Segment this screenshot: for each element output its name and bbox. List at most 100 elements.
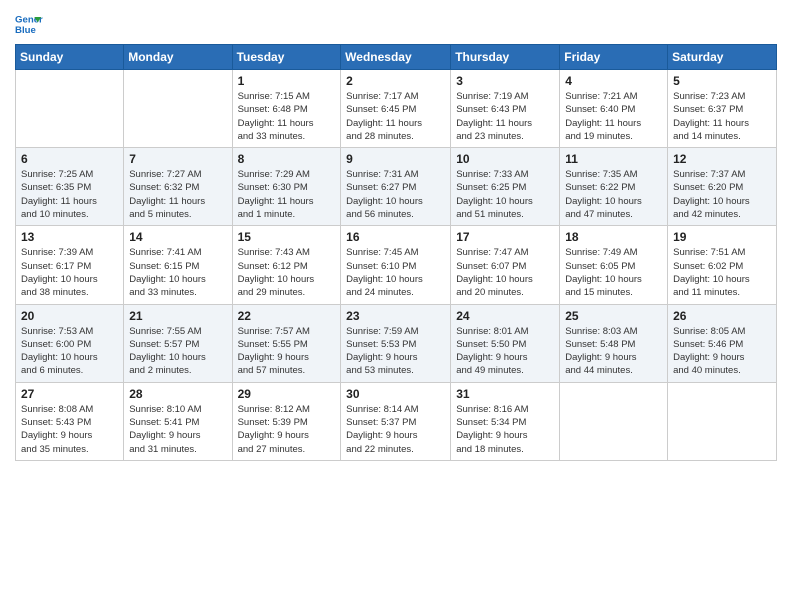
day-info: Sunrise: 8:08 AM Sunset: 5:43 PM Dayligh… bbox=[21, 403, 118, 456]
calendar-cell: 18 Sunrise: 7:49 AM Sunset: 6:05 PM Dayli… bbox=[560, 226, 668, 304]
logo-icon: General Blue bbox=[15, 10, 43, 38]
day-number: 19 bbox=[673, 230, 771, 244]
day-info: Sunrise: 8:05 AM Sunset: 5:46 PM Dayligh… bbox=[673, 325, 771, 378]
day-number: 16 bbox=[346, 230, 445, 244]
calendar-cell: 1 Sunrise: 7:15 AM Sunset: 6:48 PM Daylig… bbox=[232, 70, 341, 148]
day-number: 18 bbox=[565, 230, 662, 244]
day-number: 25 bbox=[565, 309, 662, 323]
calendar-cell: 8 Sunrise: 7:29 AM Sunset: 6:30 PM Daylig… bbox=[232, 148, 341, 226]
day-info: Sunrise: 7:35 AM Sunset: 6:22 PM Dayligh… bbox=[565, 168, 662, 221]
day-number: 3 bbox=[456, 74, 554, 88]
calendar-cell: 7 Sunrise: 7:27 AM Sunset: 6:32 PM Daylig… bbox=[124, 148, 232, 226]
calendar-cell bbox=[668, 382, 777, 460]
day-number: 9 bbox=[346, 152, 445, 166]
calendar-cell: 12 Sunrise: 7:37 AM Sunset: 6:20 PM Dayli… bbox=[668, 148, 777, 226]
day-info: Sunrise: 8:03 AM Sunset: 5:48 PM Dayligh… bbox=[565, 325, 662, 378]
weekday-header-row: SundayMondayTuesdayWednesdayThursdayFrid… bbox=[16, 45, 777, 70]
logo: General Blue bbox=[15, 10, 43, 38]
day-number: 15 bbox=[238, 230, 336, 244]
day-info: Sunrise: 7:53 AM Sunset: 6:00 PM Dayligh… bbox=[21, 325, 118, 378]
weekday-header-thursday: Thursday bbox=[451, 45, 560, 70]
calendar-cell: 9Sunrise: 7:31 AM Sunset: 6:27 PM Daylig… bbox=[341, 148, 451, 226]
calendar-cell: 19 Sunrise: 7:51 AM Sunset: 6:02 PM Dayli… bbox=[668, 226, 777, 304]
day-number: 1 bbox=[238, 74, 336, 88]
day-info: Sunrise: 8:12 AM Sunset: 5:39 PM Dayligh… bbox=[238, 403, 336, 456]
day-number: 23 bbox=[346, 309, 445, 323]
day-number: 6 bbox=[21, 152, 118, 166]
header: General Blue bbox=[15, 10, 777, 38]
weekday-header-wednesday: Wednesday bbox=[341, 45, 451, 70]
calendar-cell: 10 Sunrise: 7:33 AM Sunset: 6:25 PM Dayli… bbox=[451, 148, 560, 226]
calendar-cell: 26 Sunrise: 8:05 AM Sunset: 5:46 PM Dayli… bbox=[668, 304, 777, 382]
day-number: 27 bbox=[21, 387, 118, 401]
day-number: 29 bbox=[238, 387, 336, 401]
day-info: Sunrise: 7:41 AM Sunset: 6:15 PM Dayligh… bbox=[129, 246, 226, 299]
day-number: 12 bbox=[673, 152, 771, 166]
calendar-cell: 2 Sunrise: 7:17 AM Sunset: 6:45 PM Daylig… bbox=[341, 70, 451, 148]
day-info: Sunrise: 8:14 AM Sunset: 5:37 PM Dayligh… bbox=[346, 403, 445, 456]
day-info: Sunrise: 7:59 AM Sunset: 5:53 PM Dayligh… bbox=[346, 325, 445, 378]
day-info: Sunrise: 7:55 AM Sunset: 5:57 PM Dayligh… bbox=[129, 325, 226, 378]
day-info: Sunrise: 7:17 AM Sunset: 6:45 PM Dayligh… bbox=[346, 90, 445, 143]
day-number: 20 bbox=[21, 309, 118, 323]
day-number: 24 bbox=[456, 309, 554, 323]
calendar-cell: 28 Sunrise: 8:10 AM Sunset: 5:41 PM Dayli… bbox=[124, 382, 232, 460]
week-row-5: 27 Sunrise: 8:08 AM Sunset: 5:43 PM Dayli… bbox=[16, 382, 777, 460]
day-info: Sunrise: 7:37 AM Sunset: 6:20 PM Dayligh… bbox=[673, 168, 771, 221]
calendar-cell: 29 Sunrise: 8:12 AM Sunset: 5:39 PM Dayli… bbox=[232, 382, 341, 460]
day-number: 26 bbox=[673, 309, 771, 323]
day-number: 22 bbox=[238, 309, 336, 323]
calendar-cell: 22 Sunrise: 7:57 AM Sunset: 5:55 PM Dayli… bbox=[232, 304, 341, 382]
day-info: Sunrise: 7:27 AM Sunset: 6:32 PM Dayligh… bbox=[129, 168, 226, 221]
calendar-cell: 13Sunrise: 7:39 AM Sunset: 6:17 PM Dayli… bbox=[16, 226, 124, 304]
weekday-header-saturday: Saturday bbox=[668, 45, 777, 70]
day-number: 4 bbox=[565, 74, 662, 88]
calendar-cell: 24Sunrise: 8:01 AM Sunset: 5:50 PM Dayli… bbox=[451, 304, 560, 382]
week-row-3: 13Sunrise: 7:39 AM Sunset: 6:17 PM Dayli… bbox=[16, 226, 777, 304]
day-number: 14 bbox=[129, 230, 226, 244]
day-number: 7 bbox=[129, 152, 226, 166]
day-info: Sunrise: 7:39 AM Sunset: 6:17 PM Dayligh… bbox=[21, 246, 118, 299]
day-info: Sunrise: 8:10 AM Sunset: 5:41 PM Dayligh… bbox=[129, 403, 226, 456]
weekday-header-tuesday: Tuesday bbox=[232, 45, 341, 70]
day-info: Sunrise: 7:29 AM Sunset: 6:30 PM Dayligh… bbox=[238, 168, 336, 221]
calendar-cell: 17 Sunrise: 7:47 AM Sunset: 6:07 PM Dayli… bbox=[451, 226, 560, 304]
calendar-cell: 5Sunrise: 7:23 AM Sunset: 6:37 PM Daylig… bbox=[668, 70, 777, 148]
day-number: 28 bbox=[129, 387, 226, 401]
calendar-cell: 6 Sunrise: 7:25 AM Sunset: 6:35 PM Daylig… bbox=[16, 148, 124, 226]
day-info: Sunrise: 7:21 AM Sunset: 6:40 PM Dayligh… bbox=[565, 90, 662, 143]
week-row-1: 1 Sunrise: 7:15 AM Sunset: 6:48 PM Daylig… bbox=[16, 70, 777, 148]
day-number: 8 bbox=[238, 152, 336, 166]
calendar-cell: 16 Sunrise: 7:45 AM Sunset: 6:10 PM Dayli… bbox=[341, 226, 451, 304]
calendar-cell bbox=[124, 70, 232, 148]
weekday-header-sunday: Sunday bbox=[16, 45, 124, 70]
day-info: Sunrise: 7:33 AM Sunset: 6:25 PM Dayligh… bbox=[456, 168, 554, 221]
day-info: Sunrise: 7:45 AM Sunset: 6:10 PM Dayligh… bbox=[346, 246, 445, 299]
day-info: Sunrise: 7:51 AM Sunset: 6:02 PM Dayligh… bbox=[673, 246, 771, 299]
day-info: Sunrise: 7:19 AM Sunset: 6:43 PM Dayligh… bbox=[456, 90, 554, 143]
calendar-cell: 14 Sunrise: 7:41 AM Sunset: 6:15 PM Dayli… bbox=[124, 226, 232, 304]
calendar-cell: 15 Sunrise: 7:43 AM Sunset: 6:12 PM Dayli… bbox=[232, 226, 341, 304]
day-number: 2 bbox=[346, 74, 445, 88]
day-number: 17 bbox=[456, 230, 554, 244]
day-info: Sunrise: 7:57 AM Sunset: 5:55 PM Dayligh… bbox=[238, 325, 336, 378]
day-number: 10 bbox=[456, 152, 554, 166]
day-info: Sunrise: 8:16 AM Sunset: 5:34 PM Dayligh… bbox=[456, 403, 554, 456]
weekday-header-friday: Friday bbox=[560, 45, 668, 70]
calendar-cell: 11Sunrise: 7:35 AM Sunset: 6:22 PM Dayli… bbox=[560, 148, 668, 226]
calendar-cell: 4 Sunrise: 7:21 AM Sunset: 6:40 PM Daylig… bbox=[560, 70, 668, 148]
svg-text:Blue: Blue bbox=[15, 25, 36, 36]
calendar-cell: 30Sunrise: 8:14 AM Sunset: 5:37 PM Dayli… bbox=[341, 382, 451, 460]
day-info: Sunrise: 7:25 AM Sunset: 6:35 PM Dayligh… bbox=[21, 168, 118, 221]
weekday-header-monday: Monday bbox=[124, 45, 232, 70]
calendar-cell: 21Sunrise: 7:55 AM Sunset: 5:57 PM Dayli… bbox=[124, 304, 232, 382]
day-info: Sunrise: 7:43 AM Sunset: 6:12 PM Dayligh… bbox=[238, 246, 336, 299]
day-info: Sunrise: 7:15 AM Sunset: 6:48 PM Dayligh… bbox=[238, 90, 336, 143]
day-info: Sunrise: 7:49 AM Sunset: 6:05 PM Dayligh… bbox=[565, 246, 662, 299]
page: General Blue SundayMondayTuesdayWednesda… bbox=[0, 0, 792, 612]
week-row-2: 6 Sunrise: 7:25 AM Sunset: 6:35 PM Daylig… bbox=[16, 148, 777, 226]
calendar-cell: 31Sunrise: 8:16 AM Sunset: 5:34 PM Dayli… bbox=[451, 382, 560, 460]
day-number: 5 bbox=[673, 74, 771, 88]
day-info: Sunrise: 7:47 AM Sunset: 6:07 PM Dayligh… bbox=[456, 246, 554, 299]
calendar-cell bbox=[560, 382, 668, 460]
